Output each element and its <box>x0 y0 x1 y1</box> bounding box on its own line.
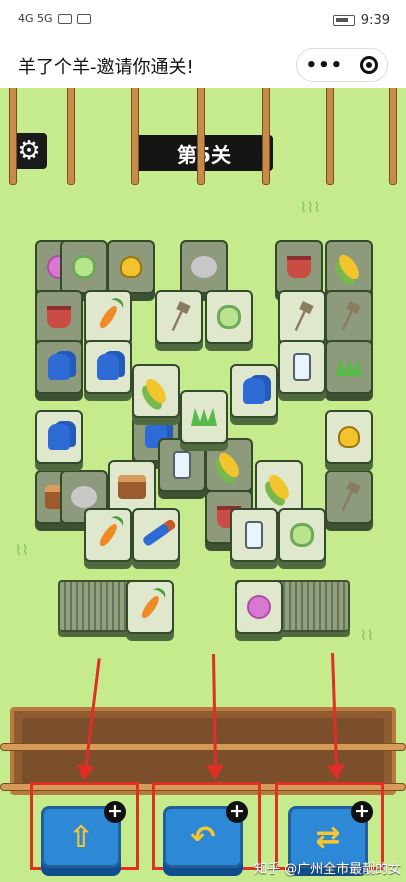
fence-post <box>197 88 205 185</box>
bucket-icon <box>287 256 311 278</box>
rake-icon <box>167 301 191 333</box>
bell-icon <box>120 256 142 278</box>
fence-post <box>389 88 397 185</box>
wool-icon <box>191 256 217 278</box>
page-title: 羊了个羊-邀请你通关! <box>18 57 194 78</box>
wifi-icon <box>57 13 72 24</box>
tile-brush[interactable] <box>132 508 180 562</box>
tile-gloves[interactable] <box>84 340 132 394</box>
tile-cabbage[interactable] <box>205 290 253 344</box>
stump-icon <box>118 475 146 499</box>
cabbage-icon <box>217 305 241 329</box>
tile-carrot[interactable] <box>84 290 132 344</box>
tile-corn[interactable] <box>325 240 373 294</box>
tile-yarn[interactable] <box>235 580 283 634</box>
carrot-icon <box>96 303 120 331</box>
carrot-icon <box>138 593 162 621</box>
grass-decoration: ⌇⌇ <box>15 543 29 559</box>
plus-badge: + <box>351 801 373 823</box>
tile-grass[interactable] <box>180 390 228 444</box>
grass-icon <box>336 358 362 376</box>
gloves-icon <box>48 424 70 450</box>
tile-rake[interactable] <box>278 290 326 344</box>
grass-decoration: ⌇⌇⌇ <box>300 200 321 216</box>
tile-gloves[interactable] <box>230 364 278 418</box>
tile-corn[interactable] <box>205 438 253 492</box>
tile-carrot[interactable] <box>126 580 174 634</box>
wool-icon <box>71 486 97 508</box>
move-out-button[interactable]: ⇧ + <box>41 801 126 868</box>
milk-icon <box>245 521 263 549</box>
signal-text: 4G 5G <box>18 12 53 25</box>
tile-cabbage[interactable] <box>278 508 326 562</box>
tile-milk[interactable] <box>230 508 278 562</box>
tile-bell[interactable] <box>325 410 373 464</box>
tile-bucket[interactable] <box>35 290 83 344</box>
undo-icon: ↶ <box>190 819 216 855</box>
gear-icon: ⚙ <box>17 136 41 166</box>
tile-wool[interactable] <box>180 240 228 294</box>
brush-icon <box>141 522 171 548</box>
cabbage-icon <box>72 255 96 279</box>
more-button[interactable]: ••• <box>306 55 344 76</box>
corn-icon <box>335 251 363 283</box>
tile-bucket[interactable] <box>275 240 323 294</box>
tile-bell[interactable] <box>107 240 155 294</box>
tile-gloves[interactable] <box>35 410 83 464</box>
corn-icon <box>265 471 293 503</box>
rake-icon <box>290 301 314 333</box>
milk-icon <box>173 451 191 479</box>
gloves-icon <box>97 354 119 380</box>
corn-icon <box>142 375 170 407</box>
watermark: 知乎 @广州全市最靓的女 <box>254 862 402 877</box>
plus-badge: + <box>226 801 248 823</box>
bell-icon <box>338 426 360 448</box>
tile-milk[interactable] <box>278 340 326 394</box>
corn-icon <box>215 449 243 481</box>
rake-icon <box>337 301 361 333</box>
carrot-icon <box>96 521 120 549</box>
cabbage-icon <box>290 523 314 547</box>
shuffle-icon: ⇄ <box>315 819 341 855</box>
tile-carrot[interactable] <box>84 508 132 562</box>
milk-icon <box>293 353 311 381</box>
status-left: 4G 5G <box>18 12 91 25</box>
tile-corn[interactable] <box>132 364 180 418</box>
fence-post <box>262 88 270 185</box>
tile-corn[interactable] <box>255 460 303 514</box>
bucket-icon <box>47 306 71 328</box>
tile-milk[interactable] <box>158 438 206 492</box>
tile-gloves[interactable] <box>35 340 83 394</box>
plus-badge: + <box>104 801 126 823</box>
tile-grass[interactable] <box>325 340 373 394</box>
clock: 9:39 <box>360 13 390 28</box>
tile-cabbage[interactable] <box>60 240 108 294</box>
tray-up-icon: ⇧ <box>68 819 94 855</box>
tile-rake[interactable] <box>155 290 203 344</box>
title-bar: 羊了个羊-邀请你通关! ••• <box>0 42 406 88</box>
game-board: ⚙ 第5关 ⌇⌇⌇ ⌇⌇ ⌇⌇ <box>0 88 406 882</box>
fence-rail <box>0 743 406 751</box>
fence-post <box>326 88 334 185</box>
status-bar: 4G 5G 9:39 <box>0 0 406 42</box>
fence-post <box>9 88 17 185</box>
close-miniapp-icon[interactable] <box>360 56 379 74</box>
grass-decoration: ⌇⌇ <box>360 628 374 644</box>
battery-icon <box>332 15 355 26</box>
fence-post <box>67 88 75 185</box>
grass-icon <box>191 408 217 426</box>
miniapp-capsule: ••• <box>296 48 388 82</box>
bluetooth-icon <box>76 13 91 24</box>
fence-post <box>131 88 139 185</box>
tile-rake[interactable] <box>325 290 373 344</box>
yarn-icon <box>247 595 271 619</box>
tile-rake[interactable] <box>325 470 373 524</box>
undo-button[interactable]: ↶ + <box>163 801 248 868</box>
gloves-icon <box>243 378 265 404</box>
rake-icon <box>337 481 361 513</box>
status-right: 9:39 <box>332 13 390 28</box>
gloves-icon <box>48 354 70 380</box>
tile-stump[interactable] <box>108 460 156 514</box>
